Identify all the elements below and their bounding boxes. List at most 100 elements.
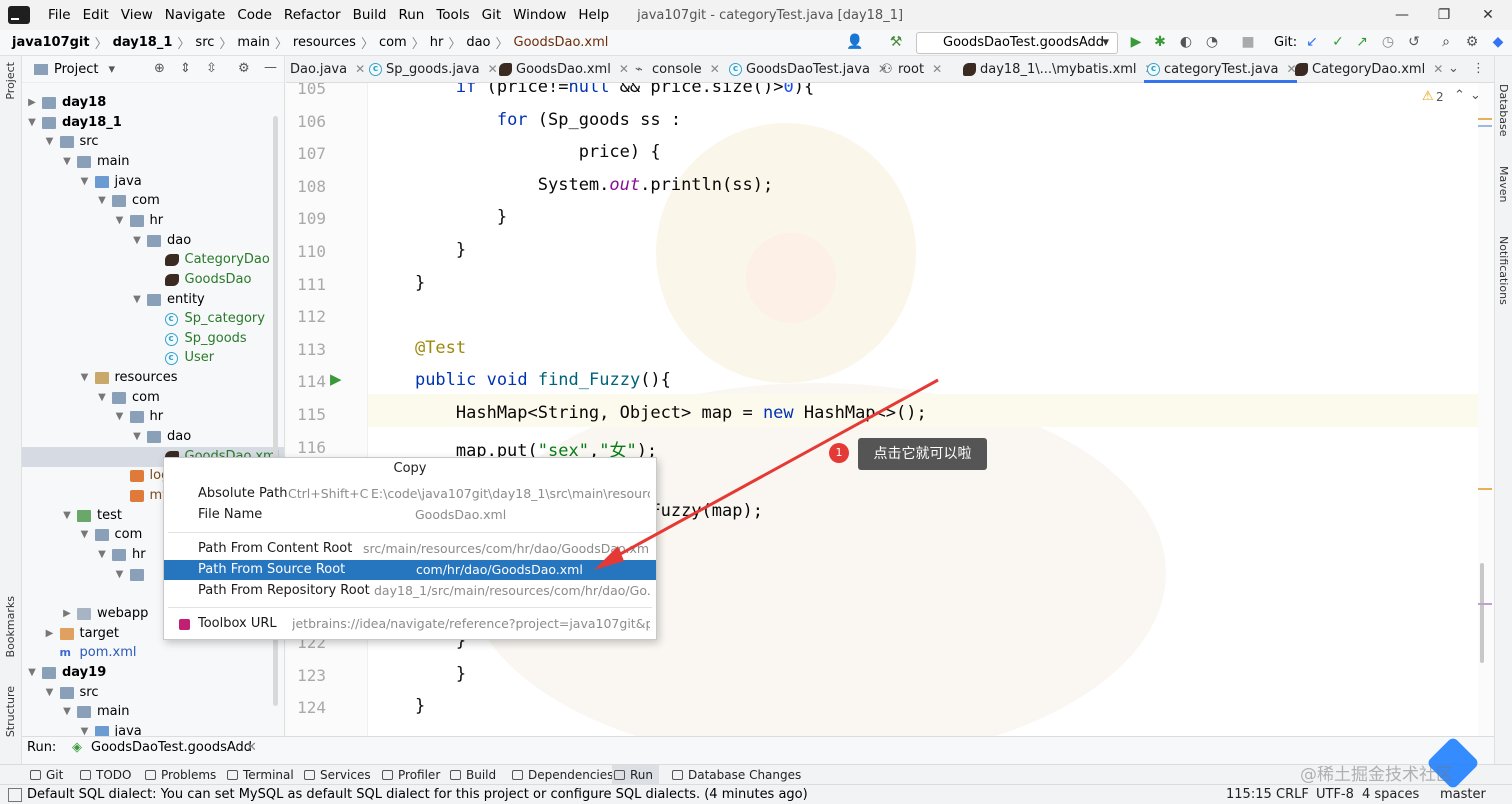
user-icon[interactable]: 👤 (846, 34, 863, 50)
next-highlight-icon[interactable]: ⌄ (1470, 88, 1478, 103)
expand-all-icon[interactable]: ⇕ (180, 61, 191, 76)
stop-icon[interactable]: ■ (1240, 34, 1256, 50)
editor-scrollbar[interactable] (1478, 83, 1494, 736)
tree-node[interactable]: ▼ hr (22, 407, 284, 427)
tree-node[interactable]: m pom.xml (22, 643, 284, 663)
tool-window-services[interactable]: Services (302, 765, 371, 785)
chevron-down-icon[interactable]: ▼ (61, 152, 73, 172)
tree-node[interactable]: c Sp_category (22, 309, 284, 329)
chevron-down-icon[interactable]: ▼ (61, 506, 73, 526)
settings-icon[interactable]: ⚙ (1464, 34, 1480, 50)
project-tool-tab[interactable]: Project (4, 62, 17, 100)
history-icon[interactable]: ◷ (1380, 34, 1396, 50)
indent-setting[interactable]: 4 spaces (1362, 785, 1419, 804)
editor-tab[interactable]: c Sp_goods.java ✕ (366, 56, 498, 83)
tree-node[interactable]: ▼ day19 (22, 663, 284, 683)
tool-window-run[interactable]: Run (612, 765, 660, 785)
breadcrumb-project[interactable]: java107git (8, 35, 94, 50)
run-tab-close-icon[interactable]: ✕ (246, 737, 257, 759)
chevron-down-icon[interactable]: ▼ (114, 211, 126, 231)
menu-edit[interactable]: Edit (77, 7, 115, 23)
tree-node[interactable]: ▼ day18_1 (22, 113, 284, 133)
chevron-down-icon[interactable]: ▼ (79, 368, 91, 388)
tab-close-icon[interactable]: ✕ (710, 62, 720, 76)
code-line[interactable]: if (price!=null && price.size()>0){ (374, 83, 814, 97)
file-encoding[interactable]: UTF-8 (1316, 785, 1354, 804)
notifications-tool-tab[interactable]: Notifications (1497, 236, 1510, 305)
tree-node[interactable]: ▼ dao (22, 427, 284, 447)
menu-help[interactable]: Help (572, 7, 615, 23)
chevron-down-icon[interactable]: ▼ (79, 722, 91, 736)
tabs-overflow-icon[interactable]: ⌄ (1448, 61, 1459, 76)
menu-run[interactable]: Run (392, 7, 430, 23)
chevron-down-icon[interactable]: ▼ (79, 172, 91, 192)
menu-tools[interactable]: Tools (430, 7, 475, 23)
breadcrumb-hr[interactable]: hr (426, 35, 448, 50)
tree-node[interactable]: CategoryDao (22, 250, 284, 270)
editor-tab[interactable]: c GoodsDaoTest.java ✕ (726, 56, 888, 83)
breadcrumb-file[interactable]: GoodsDao.xml (510, 35, 613, 50)
code-line[interactable]: price) { (374, 142, 661, 162)
chevron-right-icon[interactable]: ▶ (26, 93, 38, 113)
warning-icon[interactable]: ⚠ (1422, 89, 1434, 104)
git-commit-icon[interactable]: ✓ (1330, 34, 1346, 50)
menu-file[interactable]: File (42, 7, 77, 23)
context-menu-item[interactable]: Absolute Path Ctrl+Shift+C E:\code\java107… (164, 484, 656, 504)
tab-close-icon[interactable]: ✕ (619, 62, 629, 76)
tree-node[interactable]: ▼ main (22, 702, 284, 722)
code-line[interactable]: } (374, 664, 466, 684)
search-icon[interactable]: ⌕ (1438, 34, 1454, 50)
breadcrumb-dao[interactable]: dao (462, 35, 494, 50)
hammer-icon[interactable]: ⚒ (888, 34, 904, 50)
code-line[interactable]: System.out.println(ss); (374, 175, 773, 195)
chevron-right-icon[interactable]: ▶ (44, 624, 56, 644)
chevron-down-icon[interactable]: ▼ (26, 663, 38, 683)
close-icon[interactable]: ✕ (1478, 5, 1498, 25)
tree-node[interactable]: ▼ java (22, 172, 284, 192)
gear-icon[interactable]: ⚙ (238, 61, 250, 76)
locate-icon[interactable]: ⊕ (154, 61, 165, 76)
tree-node[interactable]: ▼ com (22, 388, 284, 408)
tree-node[interactable]: ▼ java (22, 722, 284, 736)
editor-tab[interactable]: GoodsDao.xml ✕ (496, 56, 629, 83)
tab-close-icon[interactable]: ✕ (932, 62, 942, 76)
maven-tool-tab[interactable]: Maven (1497, 166, 1510, 202)
maximize-icon[interactable]: ❐ (1434, 5, 1454, 25)
tool-window-git[interactable]: Git (28, 765, 63, 785)
chevron-down-icon[interactable]: ▼ (96, 545, 108, 565)
tree-node[interactable]: c User (22, 348, 284, 368)
code-line[interactable]: for (Sp_goods ss : (374, 110, 681, 130)
chevron-down-icon[interactable]: ▼ (44, 132, 56, 152)
tree-node[interactable]: ▼ hr (22, 211, 284, 231)
context-menu-item[interactable]: Path From Source Root com/hr/dao/GoodsDao… (164, 560, 656, 580)
tree-node[interactable]: ▼ entity (22, 290, 284, 310)
caret-position[interactable]: 115:15 (1226, 785, 1272, 804)
chevron-down-icon[interactable]: ▼ (114, 407, 126, 427)
code-line[interactable]: } (374, 240, 466, 260)
tree-node[interactable]: ▼ src (22, 132, 284, 152)
git-update-icon[interactable]: ↙ (1304, 34, 1320, 50)
breadcrumb-com[interactable]: com (375, 35, 411, 50)
chevron-down-icon[interactable]: ▼ (114, 565, 126, 585)
chevron-down-icon[interactable]: ▼ (131, 427, 143, 447)
menu-view[interactable]: View (115, 7, 159, 23)
structure-tool-tab[interactable]: Structure (4, 686, 17, 737)
chevron-right-icon[interactable]: ▶ (61, 604, 73, 624)
editor-tab[interactable]: ⌁ console ✕ (632, 56, 720, 83)
git-branch[interactable]: master (1440, 785, 1486, 804)
tabs-menu-icon[interactable]: ⋮ (1472, 61, 1485, 76)
run-test-icon[interactable]: ▶ (330, 370, 342, 388)
chevron-down-icon[interactable]: ▼ (131, 231, 143, 251)
menu-refactor[interactable]: Refactor (278, 7, 347, 23)
git-push-icon[interactable]: ↗ (1354, 34, 1370, 50)
tree-node[interactable]: c Sp_goods (22, 329, 284, 349)
tool-window-dependencies[interactable]: Dependencies (510, 765, 613, 785)
context-menu-item[interactable]: Path From Repository Root day18_1/src/mai… (164, 581, 656, 601)
rollback-icon[interactable]: ↺ (1406, 34, 1422, 50)
chevron-down-icon[interactable]: ▾ (108, 62, 115, 77)
run-config-tab[interactable]: GoodsDaoTest.goodsAdd (91, 737, 252, 759)
breadcrumb-src[interactable]: src (191, 35, 218, 50)
prev-highlight-icon[interactable]: ⌃ (1454, 88, 1465, 103)
tool-window-problems[interactable]: Problems (143, 765, 216, 785)
profile-icon[interactable]: ◔ (1204, 34, 1220, 50)
